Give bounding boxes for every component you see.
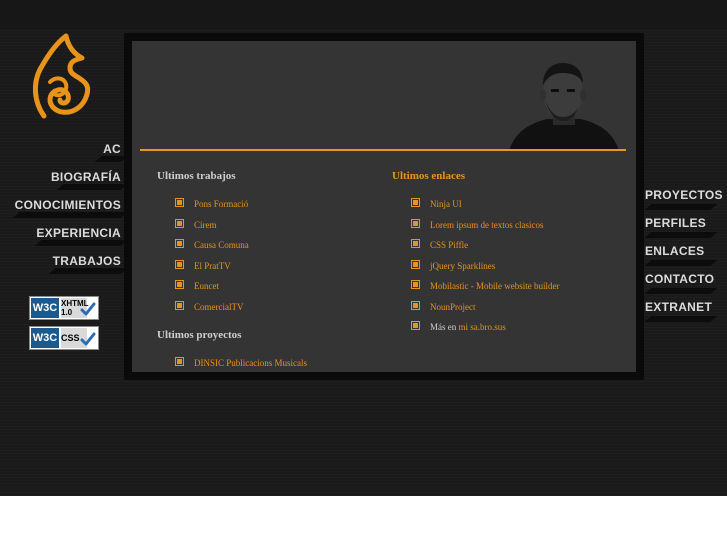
list-item[interactable]: Ninja UI [411, 198, 462, 210]
bullet-square-icon [175, 280, 184, 290]
list-item[interactable]: Lorem ipsum de textos clasicos [411, 219, 543, 231]
w3c-css-badge[interactable]: W3C CSS [29, 326, 99, 350]
nav-item-enlaces[interactable]: ENLACES [645, 244, 704, 258]
nav-item-conocimientos[interactable]: CONOCIMIENTOS [15, 198, 121, 212]
top-bar [0, 0, 727, 30]
list-item[interactable]: Mobilastic - Mobile website builder [411, 280, 559, 292]
bullet-square-icon [175, 239, 184, 249]
list-item-more: Más en mi sa.bro.sus [411, 321, 506, 333]
nav-bar-decor [34, 240, 128, 246]
nav-item-experiencia[interactable]: EXPERIENCIA [36, 226, 121, 240]
profile-photo [509, 63, 619, 151]
bullet-square-icon [411, 301, 420, 311]
nav-bar-decor [644, 204, 718, 210]
bullet-square-icon [175, 198, 184, 208]
list-item[interactable]: ComercialTV [175, 301, 243, 313]
list-item[interactable]: jQuery Sparklines [411, 260, 495, 272]
section-title-enlaces: Ultimos enlaces [392, 170, 466, 182]
bullet-square-icon [175, 219, 184, 229]
list-item[interactable]: NounProject [411, 301, 476, 313]
bullet-square-icon [175, 357, 184, 367]
nav-item-contacto[interactable]: CONTACTO [645, 272, 714, 286]
list-item[interactable]: DINSIC Publicacions Musicals [175, 357, 307, 369]
nav-bar-decor [12, 212, 128, 218]
nav-bar-decor [644, 260, 718, 266]
w3c-logo: W3C [31, 328, 59, 348]
bullet-square-icon [411, 280, 420, 290]
ac-logo-icon[interactable] [30, 32, 92, 122]
w3c-logo: W3C [31, 298, 59, 318]
nav-item-proyectos[interactable]: PROYECTOS [645, 188, 723, 202]
nav-item-biografia[interactable]: BIOGRAFÍA [51, 170, 121, 184]
section-title-trabajos: Ultimos trabajos [157, 170, 236, 182]
section-title-proyectos: Ultimos proyectos [157, 329, 242, 341]
more-prefix: Más en [430, 321, 457, 332]
bullet-square-icon [175, 301, 184, 311]
nav-bar-decor [644, 232, 718, 238]
nav-item-trabajos[interactable]: TRABAJOS [53, 254, 121, 268]
nav-bar-decor [644, 316, 718, 322]
list-item[interactable]: Cirem [175, 219, 217, 231]
nav-bar-decor [48, 268, 128, 274]
content-panel: Ultimos trabajos Pons Formació Cirem Cau… [132, 41, 636, 372]
bullet-square-icon [411, 260, 420, 270]
bullet-square-icon [175, 260, 184, 270]
list-item[interactable]: Causa Comuna [175, 239, 249, 251]
list-item[interactable]: El PratTV [175, 260, 231, 272]
nav-item-extranet[interactable]: EXTRANET [645, 300, 712, 314]
bullet-square-icon [411, 219, 420, 229]
list-item[interactable]: CSS Piffle [411, 239, 468, 251]
checkmark-icon [80, 332, 96, 346]
bullet-square-icon [411, 321, 420, 331]
list-item[interactable]: Pons Formació [175, 198, 248, 210]
bullet-square-icon [411, 198, 420, 208]
bullet-square-icon [411, 239, 420, 249]
header-divider [140, 149, 626, 151]
nav-item-ac[interactable]: AC [103, 142, 121, 156]
nav-bar-decor [56, 184, 128, 190]
nav-item-perfiles[interactable]: PERFILES [645, 216, 706, 230]
checkmark-icon [80, 302, 96, 316]
list-item[interactable]: Euncet [175, 280, 219, 292]
more-link[interactable]: mi sa.bro.sus [459, 322, 506, 332]
w3c-xhtml-badge[interactable]: W3C XHTML 1.0 [29, 296, 99, 320]
nav-bar-decor [644, 288, 718, 294]
